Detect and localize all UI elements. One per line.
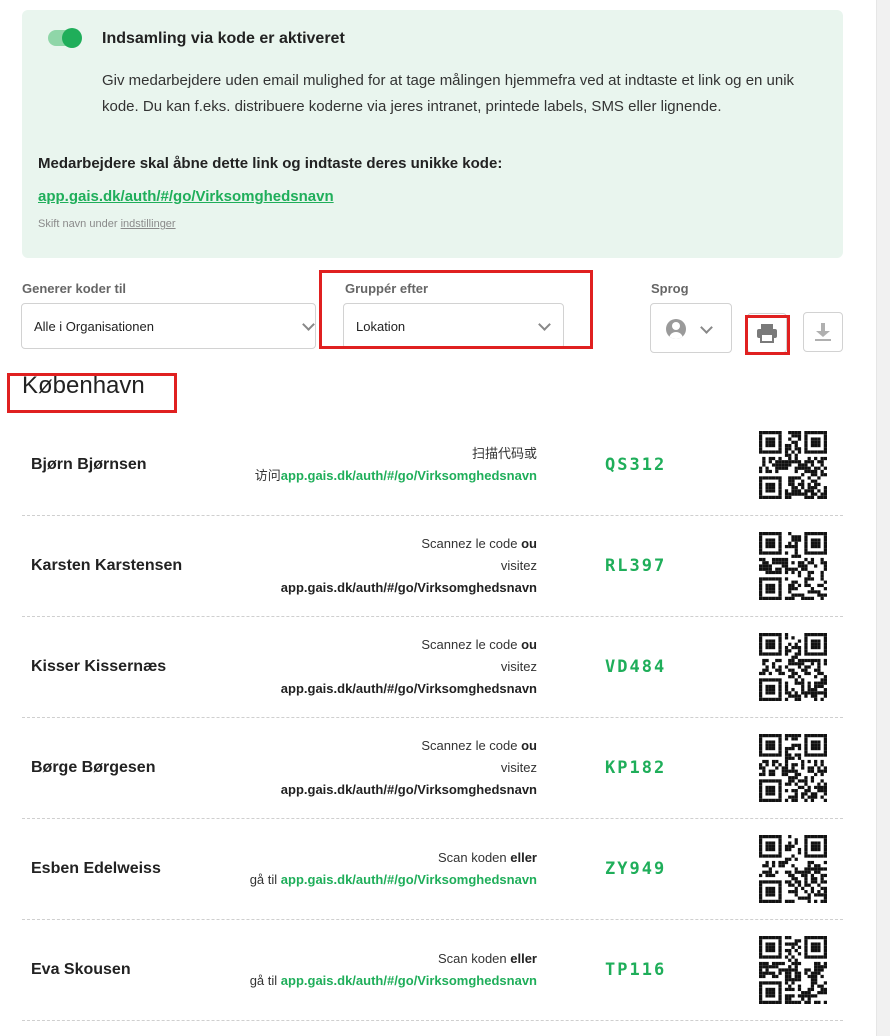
qr-code-icon: [759, 532, 827, 600]
instruction-text: visitez: [500, 659, 537, 674]
generate-codes-value: Alle i Organisationen: [34, 319, 154, 334]
user-circle-icon: [666, 319, 686, 339]
instruction-text: eller: [510, 951, 537, 966]
access-code: KP182: [605, 758, 667, 778]
employee-name: Esben Edelweiss: [31, 860, 161, 877]
instruction-text: Scannez le code: [421, 637, 522, 652]
scan-instruction: Scannez le code ou visitez app.gais.dk/aut…: [281, 617, 537, 717]
instruction-line: Scan koden eller: [438, 948, 537, 970]
employee-name: Børge Børgesen: [31, 759, 156, 776]
employee-name: Eva Skousen: [31, 961, 131, 978]
instruction-text: ou: [521, 637, 537, 652]
instruction-line: Scannez le code ou: [421, 735, 537, 757]
code-row: Karsten Karstensen Scannez le code ou visi…: [22, 516, 843, 617]
download-icon: [815, 323, 831, 341]
code-list: Bjørn Bjørnsen 扫描代码或 访问app.gais.dk/auth/#/…: [22, 415, 843, 1021]
access-code: QS312: [605, 455, 667, 475]
scan-instruction: Scannez le code ou visitez app.gais.dk/aut…: [281, 718, 537, 818]
instruction-text: app.gais.dk/auth/#/go/Virksomghedsnavn: [280, 782, 537, 797]
qr-code-icon: [759, 734, 827, 802]
download-button[interactable]: [803, 312, 843, 352]
generate-codes-select[interactable]: Alle i Organisationen: [21, 303, 316, 349]
survey-link[interactable]: app.gais.dk/auth/#/go/Virksomghedsnavn: [38, 188, 334, 205]
instruction-text: eller: [510, 850, 537, 865]
instruction-text: visitez: [500, 760, 537, 775]
annotation-highlight-group: [7, 373, 177, 413]
instruction-text: app.gais.dk/auth/#/go/Virksomghedsnavn: [280, 681, 537, 696]
instruction-text: app.gais.dk/auth/#/go/Virksomghedsnavn: [280, 973, 537, 988]
instruction-line: visitez: [501, 656, 537, 678]
scan-instruction: Scan koden eller gå til app.gais.dk/auth/…: [250, 819, 537, 919]
code-row: Eva Skousen Scan koden eller gå til app.ga…: [22, 920, 843, 1021]
chevron-down-icon: [302, 318, 315, 331]
generate-codes-label: Generer koder til: [22, 281, 127, 296]
settings-link[interactable]: indstillinger: [121, 218, 176, 230]
qr-code-icon: [759, 835, 827, 903]
employee-name: Bjørn Bjørnsen: [31, 456, 147, 473]
annotation-highlight-group-by: [319, 270, 593, 349]
link-instruction: Medarbejdere skal åbne dette link og ind…: [38, 155, 503, 172]
instruction-text: app.gais.dk/auth/#/go/Virksomghedsnavn: [280, 468, 537, 483]
code-row: Esben Edelweiss Scan koden eller gå til ap…: [22, 819, 843, 920]
access-code: RL397: [605, 556, 667, 576]
instruction-line: 访问app.gais.dk/auth/#/go/Virksomghedsnavn: [255, 465, 537, 487]
scan-instruction: 扫描代码或访问app.gais.dk/auth/#/go/Virksomghed…: [255, 415, 537, 515]
employee-name: Kisser Kissernæs: [31, 658, 167, 675]
rename-hint: Skift navn under indstillinger: [38, 218, 176, 230]
qr-code-icon: [759, 936, 827, 1004]
qr-code-icon: [759, 431, 827, 499]
instruction-line: gå til app.gais.dk/auth/#/go/Virksomghed…: [250, 869, 537, 891]
instruction-line: visitez: [501, 555, 537, 577]
code-row: Kisser Kissernæs Scannez le code ou visite…: [22, 617, 843, 718]
instruction-line: gå til app.gais.dk/auth/#/go/Virksomghed…: [250, 970, 537, 992]
access-code: TP116: [605, 960, 667, 980]
instruction-line: Scan koden eller: [438, 847, 537, 869]
instruction-line: app.gais.dk/auth/#/go/Virksomghedsnavn: [281, 678, 537, 700]
instruction-text: Scannez le code: [421, 536, 522, 551]
instruction-line: 扫描代码或: [472, 443, 537, 465]
instruction-text: 访问: [254, 468, 281, 483]
code-row: Bjørn Bjørnsen 扫描代码或访问app.gais.dk/auth/#/…: [22, 415, 843, 516]
qr-code-icon: [759, 633, 827, 701]
instruction-line: Scannez le code ou: [421, 533, 537, 555]
instruction-text: visitez: [500, 558, 537, 573]
instruction-line: app.gais.dk/auth/#/go/Virksomghedsnavn: [281, 779, 537, 801]
banner-title: Indsamling via kode er aktiveret: [102, 30, 345, 47]
toggle-knob: [62, 28, 82, 48]
instruction-line: visitez: [501, 757, 537, 779]
chevron-down-icon: [700, 321, 713, 334]
code-collection-toggle[interactable]: [48, 28, 82, 48]
annotation-highlight-print: [745, 315, 790, 355]
instruction-text: gå til: [249, 973, 281, 988]
instruction-text: 扫描代码或: [471, 446, 537, 461]
instruction-text: ou: [521, 536, 537, 551]
access-code: ZY949: [605, 859, 667, 879]
instruction-text: Scan koden: [437, 850, 511, 865]
instruction-line: Scannez le code ou: [421, 634, 537, 656]
scan-instruction: Scan koden eller gå til app.gais.dk/auth/…: [250, 920, 537, 1020]
instruction-line: app.gais.dk/auth/#/go/Virksomghedsnavn: [281, 577, 537, 599]
instruction-text: app.gais.dk/auth/#/go/Virksomghedsnavn: [280, 872, 537, 887]
instruction-text: Scan koden: [437, 951, 511, 966]
rename-hint-text: Skift navn under: [38, 218, 118, 230]
employee-name: Karsten Karstensen: [31, 557, 183, 574]
access-code: VD484: [605, 657, 667, 677]
code-row: Børge Børgesen Scannez le code ou visitez a…: [22, 718, 843, 819]
scan-instruction: Scannez le code ou visitez app.gais.dk/aut…: [281, 516, 537, 616]
scrollbar[interactable]: [876, 0, 890, 1036]
instruction-text: app.gais.dk/auth/#/go/Virksomghedsnavn: [280, 580, 537, 595]
language-label: Sprog: [651, 281, 689, 296]
banner-description: Giv medarbejdere uden email mulighed for…: [102, 72, 795, 115]
instruction-text: Scannez le code: [421, 738, 522, 753]
instruction-text: ou: [521, 738, 537, 753]
instruction-text: gå til: [249, 872, 281, 887]
language-select[interactable]: [650, 303, 732, 353]
